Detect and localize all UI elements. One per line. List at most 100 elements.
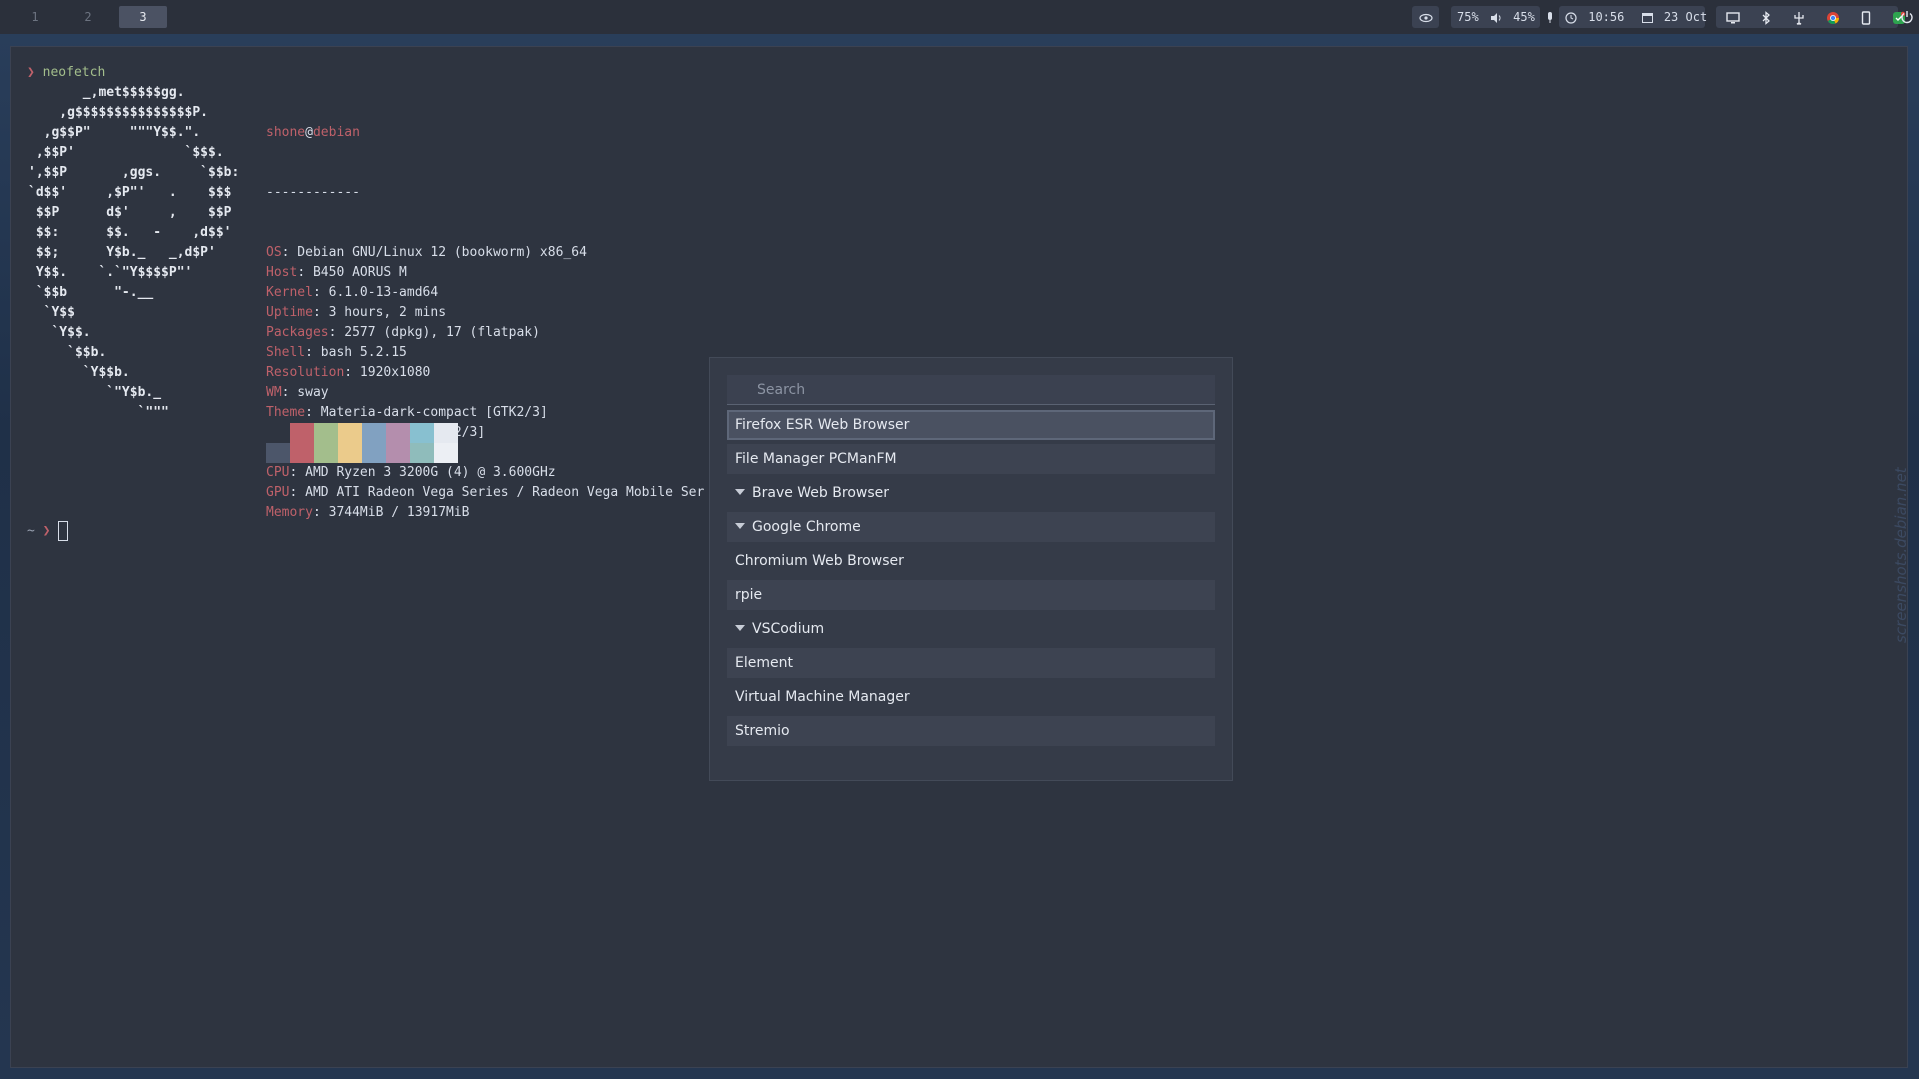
brightness-value: 75%	[1457, 10, 1479, 24]
bluetooth-icon[interactable]	[1759, 10, 1773, 25]
network-icon[interactable]	[1792, 11, 1806, 25]
launcher-item-label: Google Chrome	[752, 519, 861, 535]
info-key: GPU	[266, 485, 290, 500]
info-line: Shell: bash 5.2.15	[266, 343, 704, 363]
info-value: : 1920x1080	[344, 365, 431, 380]
color-swatch	[314, 423, 338, 443]
info-line: CPU: AMD Ryzen 3 3200G (4) @ 3.600GHz	[266, 463, 704, 483]
ascii-line: `d$$' ,$P"' . $$$	[28, 185, 232, 200]
launcher-item-label: File Manager PCManFM	[735, 451, 897, 467]
calendar-icon	[1641, 13, 1653, 23]
launcher-item-label: VSCodium	[752, 621, 825, 637]
display-icon[interactable]	[1726, 11, 1740, 25]
info-key: Kernel	[266, 285, 313, 300]
search-input[interactable]	[727, 375, 1215, 405]
user-host-line: shone@debian	[266, 123, 704, 143]
at-sign: @	[305, 125, 313, 140]
ascii-line: `$$b "-.__	[28, 285, 154, 300]
chevron-down-icon[interactable]	[735, 489, 745, 495]
info-key: Resolution	[266, 365, 345, 380]
info-line: OS: Debian GNU/Linux 12 (bookworm) x86_6…	[266, 243, 704, 263]
prompt-symbol-2: ❯	[42, 523, 51, 539]
info-key: OS	[266, 245, 282, 260]
info-value: : AMD ATI Radeon Vega Series / Radeon Ve…	[289, 485, 705, 500]
chevron-down-icon[interactable]	[735, 625, 745, 631]
watermark: screenshots.debian.net	[1892, 467, 1910, 643]
clock-pill[interactable]: 10:56 23 Oct	[1559, 6, 1708, 28]
launcher-item-virtual-machine-manager[interactable]: Virtual Machine Manager	[727, 682, 1215, 712]
username: shone	[266, 125, 306, 140]
info-value: : B450 AORUS M	[297, 265, 407, 280]
volume-value: 45%	[1513, 10, 1535, 24]
info-line: WM: sway	[266, 383, 704, 403]
app-launcher: Firefox ESR Web Browser File Manager PCMa…	[709, 357, 1233, 781]
info-line: GPU: AMD ATI Radeon Vega Series / Radeon…	[266, 483, 704, 503]
clock-time: 10:56	[1588, 10, 1625, 24]
launcher-item-label: rpie	[735, 587, 763, 603]
prompt-symbol: ❯	[27, 65, 35, 80]
ascii-line: $$: $$. - ,d$$'	[28, 225, 232, 240]
launcher-item-element[interactable]: Element	[727, 648, 1215, 678]
eye-icon	[1418, 13, 1433, 22]
info-key: Host	[266, 265, 298, 280]
launcher-item-chromium-web-browser[interactable]: Chromium Web Browser	[727, 546, 1215, 576]
color-swatch	[434, 443, 458, 463]
volume-icon	[1490, 12, 1501, 23]
ascii-line: $$P d$' , $$P	[28, 205, 232, 220]
launcher-item-rpie[interactable]: rpie	[727, 580, 1215, 610]
command-line: ❯ neofetch	[27, 63, 105, 83]
color-swatch	[314, 443, 338, 463]
info-key: WM	[266, 385, 282, 400]
clock-date: 23 Oct	[1663, 10, 1708, 24]
command-text: neofetch	[42, 65, 106, 80]
info-value: : bash 5.2.15	[305, 345, 407, 360]
info-value: : Materia-dark-compact [GTK2/3]	[305, 405, 548, 420]
info-key: Uptime	[266, 305, 313, 320]
color-swatch	[338, 423, 362, 443]
info-value: : 3744MiB / 13917MiB	[312, 505, 470, 520]
info-line: Memory: 3744MiB / 13917MiB	[266, 503, 704, 523]
launcher-item-vscodium[interactable]: VSCodium	[727, 614, 1215, 644]
idle-inhibitor[interactable]	[1412, 6, 1439, 28]
prompt-dir: ~	[27, 523, 35, 539]
launcher-item-firefox-esr-web-browser[interactable]: Firefox ESR Web Browser	[727, 410, 1215, 440]
launcher-item-google-chrome[interactable]: Google Chrome	[727, 512, 1215, 542]
info-value: : sway	[281, 385, 329, 400]
debian-ascii-logo: _,met$$$$$gg. ,g$$$$$$$$$$$$$$$P. ,g$$P"…	[28, 83, 239, 423]
ascii-line: `"Y$b._	[28, 385, 162, 400]
launcher-item-label: Stremio	[735, 723, 790, 739]
info-key: Theme	[266, 405, 306, 420]
ascii-line: ,g$$$$$$$$$$$$$$$P.	[28, 105, 209, 120]
color-swatch	[362, 423, 386, 443]
workspace-3[interactable]: 3	[119, 6, 167, 28]
info-key: CPU	[266, 465, 290, 480]
phone-icon[interactable]	[1859, 10, 1873, 25]
ascii-line: `Y$$.	[28, 325, 91, 340]
launcher-item-file-manager-pcmanfm[interactable]: File Manager PCManFM	[727, 444, 1215, 474]
launcher-item-brave-web-browser[interactable]: Brave Web Browser	[727, 478, 1215, 508]
color-swatch	[266, 423, 290, 443]
chrome-icon[interactable]	[1826, 11, 1840, 25]
info-key: Memory	[266, 505, 313, 520]
info-value: : 6.1.0-13-amd64	[312, 285, 439, 300]
chevron-down-icon[interactable]	[735, 523, 745, 529]
launcher-item-label: Firefox ESR Web Browser	[735, 417, 910, 433]
workspace-1[interactable]: 1	[20, 6, 50, 28]
workspace-2[interactable]: 2	[73, 6, 103, 28]
color-swatch	[410, 443, 434, 463]
info-line: Packages: 2577 (dpkg), 17 (flatpak)	[266, 323, 704, 343]
color-swatch	[362, 443, 386, 463]
launcher-item-label: Virtual Machine Manager	[735, 689, 910, 705]
system-info: shone@debian ------------ OS: Debian GNU…	[266, 83, 704, 563]
launcher-item-label: Brave Web Browser	[752, 485, 889, 501]
color-swatch	[386, 423, 410, 443]
ascii-line: _,met$$$$$gg.	[28, 85, 185, 100]
launcher-item-stremio[interactable]: Stremio	[727, 716, 1215, 746]
clock-icon	[1565, 11, 1577, 24]
info-line: Theme: Materia-dark-compact [GTK2/3]	[266, 403, 704, 423]
microphone-icon	[1548, 11, 1553, 23]
power-icon[interactable]	[1900, 10, 1914, 24]
ascii-line: ,$$P' `$$$.	[28, 145, 224, 160]
ascii-line: `Y$$b.	[28, 365, 130, 380]
brightness-volume-pill[interactable]: 75% 45%	[1451, 6, 1553, 28]
